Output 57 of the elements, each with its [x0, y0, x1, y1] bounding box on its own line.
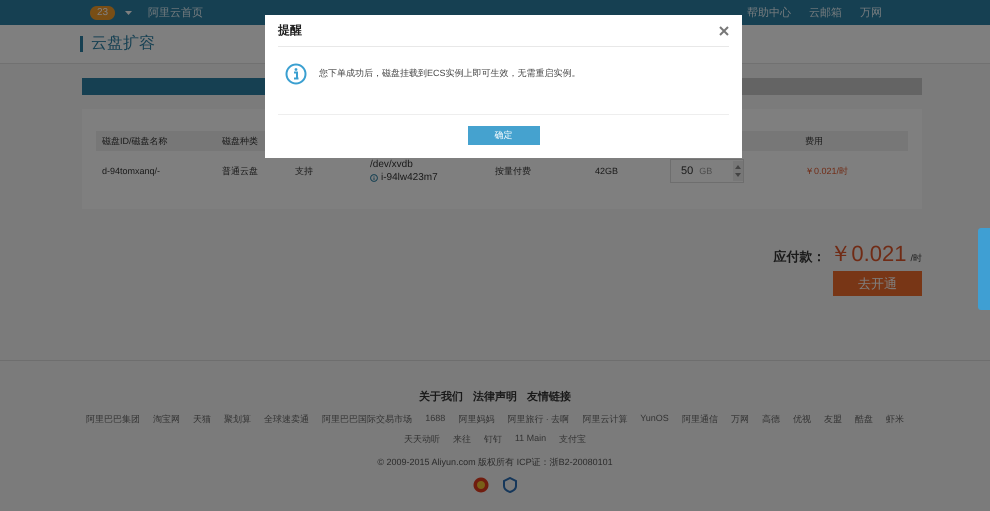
- activate-button[interactable]: 去开通: [833, 271, 922, 296]
- footer-link[interactable]: 酷盘: [854, 413, 873, 426]
- footer-link[interactable]: 全球速卖通: [264, 413, 310, 426]
- footer-link[interactable]: 阿里巴巴集团: [86, 413, 140, 426]
- ok-button[interactable]: 确定: [468, 126, 540, 145]
- nav-link[interactable]: 阿里云首页: [148, 5, 204, 20]
- nav-link[interactable]: 帮助中心: [747, 5, 791, 20]
- footer-link[interactable]: 阿里巴巴国际交易市场: [322, 413, 412, 426]
- table-cell-text: 普通云盘: [222, 164, 259, 178]
- footer-link[interactable]: 钉钉: [484, 433, 502, 446]
- table-cell: i-94lw423m7: [381, 172, 438, 183]
- footer-link[interactable]: 友盟: [824, 413, 842, 426]
- column-header: 费用: [799, 131, 908, 151]
- footer-link[interactable]: 淘宝网: [153, 413, 180, 426]
- column-header: 磁盘ID/磁盘名称: [96, 131, 216, 151]
- info-icon: [370, 174, 378, 182]
- footer-link[interactable]: 优视: [792, 413, 811, 426]
- footer-link[interactable]: 虾米: [886, 413, 904, 426]
- table-cell-text: ￥0.021/时: [805, 164, 850, 178]
- footer-link[interactable]: 天天动听: [404, 433, 440, 446]
- footer-link[interactable]: 阿里妈妈: [458, 413, 494, 426]
- payment-unit: /时: [910, 252, 922, 265]
- dialog-message: 您下单成功后，磁盘挂载到ECS实例上即可生效，无需重启实例。: [319, 67, 581, 80]
- footer-link[interactable]: 来往: [452, 433, 471, 446]
- nav-link[interactable]: 万网: [860, 5, 882, 20]
- footer-link[interactable]: 聚划算: [224, 413, 252, 426]
- footer-link[interactable]: 1688: [425, 413, 446, 426]
- footer-link[interactable]: YunOS: [640, 413, 669, 426]
- table-cell-text: 按量付费: [495, 164, 532, 178]
- dialog-title: 提醒: [278, 22, 302, 39]
- footer-link[interactable]: 法律声明: [473, 389, 517, 404]
- footer-link[interactable]: 高德: [762, 413, 780, 426]
- table-cell-text: /dev/xvdb: [370, 159, 414, 170]
- message-count-badge[interactable]: 23: [90, 6, 116, 20]
- footer-link[interactable]: 支付宝: [559, 433, 586, 446]
- payment-label: 应付款：: [773, 248, 826, 266]
- table-cell-text: 支持: [295, 164, 314, 178]
- table-cell-text: d-94tomxanq/-: [102, 166, 162, 176]
- footer-link[interactable]: 阿里旅行 · 去啊: [507, 413, 570, 426]
- stepper-arrows-icon[interactable]: [733, 161, 743, 181]
- close-icon[interactable]: [719, 26, 729, 36]
- footer-link[interactable]: 友情链接: [527, 389, 571, 404]
- shield-icon: [503, 477, 517, 493]
- footer-link[interactable]: 阿里通信: [682, 413, 718, 426]
- footer-link[interactable]: 关于我们: [419, 389, 463, 404]
- footer-link[interactable]: 阿里云计算: [582, 413, 628, 426]
- emblem-icon: [473, 477, 489, 493]
- page-title: 云盘扩容: [80, 36, 155, 52]
- footer-link[interactable]: 万网: [730, 413, 749, 426]
- copyright-text: © 2009-2015 Aliyun.com 版权所有 ICP证：浙B2-20080101: [377, 456, 613, 469]
- payment-amount: ￥0.021: [829, 240, 906, 268]
- nav-link[interactable]: 云邮箱: [809, 5, 842, 20]
- footer-link[interactable]: 天猫: [193, 413, 212, 426]
- info-icon: [285, 63, 307, 85]
- caret-icon: [125, 10, 132, 14]
- footer-link[interactable]: 11 Main: [514, 433, 546, 446]
- table-cell-text: 42GB: [595, 166, 620, 176]
